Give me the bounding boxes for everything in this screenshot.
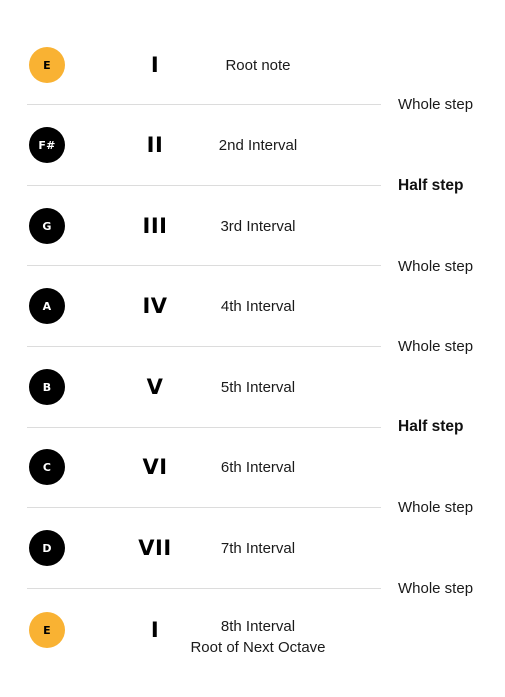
- step-label-whole: Whole step: [398, 338, 474, 355]
- note-circle: F#: [29, 127, 65, 163]
- interval-name: 3rd Interval: [220, 218, 296, 235]
- interval-label: 5th Interval: [160, 378, 356, 398]
- scale-degree-row: F# II 2nd Interval: [0, 125, 505, 165]
- note-circle-root: E: [29, 612, 65, 648]
- scale-degree-row: G III 3rd Interval: [0, 206, 505, 246]
- scale-degree-row: D VII 7th Interval: [0, 528, 505, 568]
- note-circle: D: [29, 530, 65, 566]
- divider: [27, 185, 381, 186]
- note-circle: C: [29, 449, 65, 485]
- step-label-half: Half step: [398, 177, 464, 194]
- interval-label: 6th Interval: [160, 458, 356, 478]
- interval-name: 2nd Interval: [218, 137, 298, 154]
- note-circle-root: E: [29, 47, 65, 83]
- step-label-whole: Whole step: [398, 499, 474, 516]
- interval-label: 8th Interval Root of Next Octave: [160, 617, 356, 658]
- divider: [27, 507, 381, 508]
- interval-name: Root note: [225, 57, 291, 74]
- divider: [27, 427, 381, 428]
- step-label-whole: Whole step: [398, 258, 474, 275]
- step-label-half: Half step: [398, 418, 464, 435]
- interval-label: 4th Interval: [160, 297, 356, 317]
- scale-degree-row: E I Root note: [0, 45, 505, 85]
- divider: [27, 265, 381, 266]
- note-circle: G: [29, 208, 65, 244]
- interval-label: 3rd Interval: [160, 217, 356, 237]
- scale-degree-row: E I 8th Interval Root of Next Octave: [0, 610, 505, 665]
- scale-degree-row: C VI 6th Interval: [0, 447, 505, 487]
- interval-label: 2nd Interval: [160, 136, 356, 156]
- note-circle: B: [29, 369, 65, 405]
- interval-subtitle: Root of Next Octave: [190, 639, 326, 656]
- interval-label: 7th Interval: [160, 539, 356, 559]
- interval-name: 7th Interval: [220, 540, 296, 557]
- interval-name: 8th Interval: [220, 618, 296, 635]
- note-circle: A: [29, 288, 65, 324]
- interval-name: 5th Interval: [220, 379, 296, 396]
- step-label-whole: Whole step: [398, 580, 474, 597]
- divider: [27, 588, 381, 589]
- step-label-whole: Whole step: [398, 96, 474, 113]
- divider: [27, 346, 381, 347]
- interval-name: 4th Interval: [220, 298, 296, 315]
- interval-name: 6th Interval: [220, 459, 296, 476]
- scale-degree-row: B V 5th Interval: [0, 367, 505, 407]
- divider: [27, 104, 381, 105]
- interval-label: Root note: [160, 56, 356, 76]
- scale-degree-row: A IV 4th Interval: [0, 286, 505, 326]
